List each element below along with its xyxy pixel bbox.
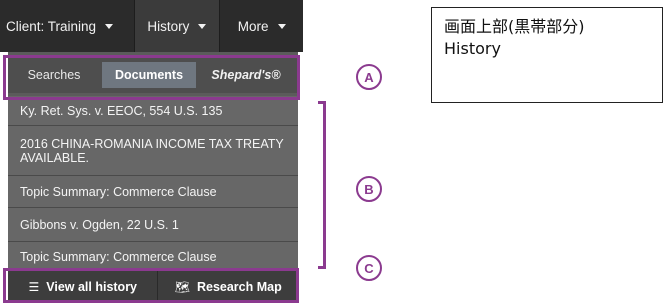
history-menu[interactable]: History [134, 0, 221, 52]
history-item[interactable]: 2016 CHINA-ROMANIA INCOME TAX TREATY AVA… [8, 126, 298, 176]
caret-down-icon [105, 23, 114, 29]
annotation-frame-c [3, 268, 299, 303]
annotation-marker-a: A [356, 64, 382, 90]
history-item[interactable]: Gibbons v. Ogden, 22 U.S. 1 [8, 208, 298, 242]
annotation-bracket-b [318, 101, 326, 269]
note-line-1: 画面上部(黒帯部分) [444, 17, 585, 36]
more-label: More [237, 18, 269, 34]
annotation-marker-c: C [356, 255, 382, 281]
history-item[interactable]: Ky. Ret. Sys. v. EEOC, 554 U.S. 135 [8, 96, 298, 126]
top-nav-bar: Client: Training History More [0, 0, 303, 52]
client-label: Client: Training [6, 18, 97, 34]
history-label: History [147, 18, 190, 34]
client-menu[interactable]: Client: Training [0, 0, 135, 52]
caret-down-icon [277, 23, 286, 29]
more-menu[interactable]: More [220, 0, 303, 52]
history-list: Ky. Ret. Sys. v. EEOC, 554 U.S. 135 2016… [8, 96, 298, 272]
caret-down-icon [198, 23, 207, 29]
annotation-frame-a [3, 55, 300, 100]
history-item[interactable]: Topic Summary: Commerce Clause [8, 176, 298, 208]
note-line-2: History [444, 39, 501, 58]
annotation-marker-b: B [356, 176, 382, 202]
note-box: 画面上部(黒帯部分) History [431, 7, 663, 103]
